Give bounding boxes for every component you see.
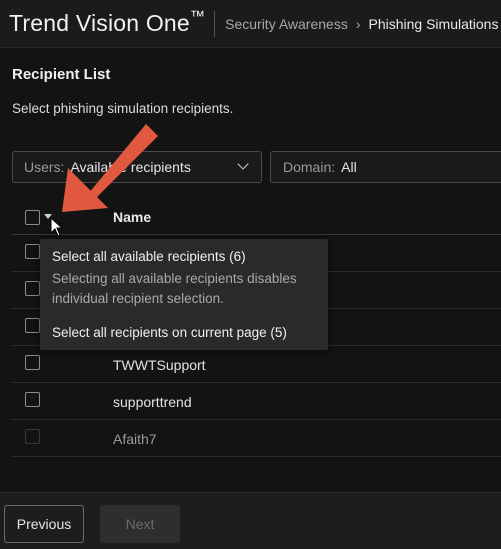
domain-filter-value: All	[341, 159, 357, 175]
page-description: Select phishing simulation recipients.	[12, 101, 234, 116]
footer-bar: Previous Next	[0, 492, 501, 549]
table-row: Afaith7	[12, 420, 501, 457]
recipient-name: TWWTSupport	[113, 357, 206, 373]
next-button: Next	[100, 505, 180, 543]
row-checkbox[interactable]	[25, 355, 40, 370]
menu-item-description: Selecting all available recipients disab…	[52, 271, 297, 306]
menu-item-select-current-page[interactable]: Select all recipients on current page (5…	[52, 325, 287, 340]
row-checkbox[interactable]	[25, 392, 40, 407]
breadcrumb-separator: ›	[355, 15, 361, 32]
app-header: Trend Vision One™ Security Awareness › P…	[0, 0, 501, 48]
breadcrumb-security-awareness[interactable]: Security Awareness	[225, 16, 348, 32]
select-all-checkbox[interactable]	[25, 210, 40, 225]
breadcrumb-phishing-simulations: Phishing Simulations	[368, 15, 499, 32]
annotation-arrow-icon	[62, 124, 158, 212]
mouse-cursor-icon	[50, 217, 64, 237]
row-checkbox[interactable]	[25, 318, 40, 333]
app-title[interactable]: Trend Vision One™	[0, 8, 205, 37]
select-options-menu: Select all available recipients (6) Sele…	[40, 239, 328, 350]
row-checkbox[interactable]	[25, 281, 40, 296]
row-checkbox-disabled	[25, 429, 40, 444]
domain-filter-dropdown[interactable]: Domain: All	[270, 151, 501, 183]
table-row: TWWTSupport	[12, 346, 501, 383]
recipient-name: supporttrend	[113, 394, 192, 410]
chevron-down-icon	[237, 158, 249, 170]
menu-item-select-all-available[interactable]: Select all available recipients (6)	[52, 249, 246, 264]
row-checkbox[interactable]	[25, 244, 40, 259]
domain-filter-label: Domain:	[283, 159, 336, 175]
header-divider	[214, 10, 216, 37]
recipient-name: Afaith7	[113, 431, 157, 447]
table-row: supporttrend	[12, 383, 501, 420]
page-title: Recipient List	[12, 66, 111, 83]
previous-button[interactable]: Previous	[4, 505, 84, 543]
